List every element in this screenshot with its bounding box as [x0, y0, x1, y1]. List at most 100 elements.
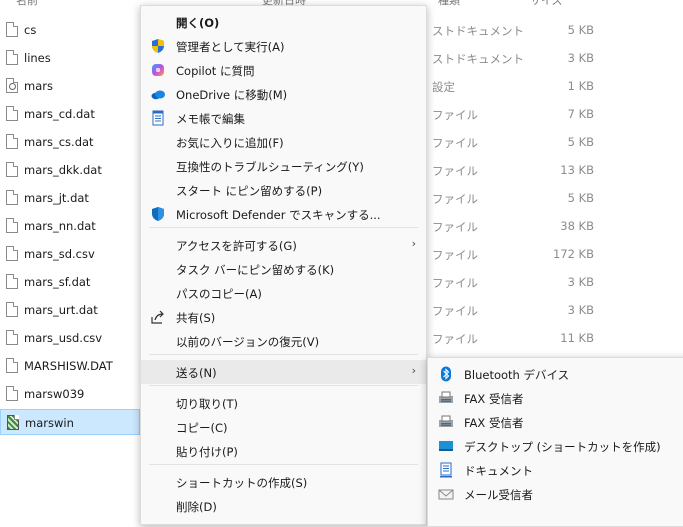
- context-menu-item[interactable]: OneDrive に移動(M): [141, 82, 426, 106]
- column-name[interactable]: 名前: [16, 0, 38, 8]
- file-row[interactable]: mars_sf.dat: [0, 269, 140, 295]
- sendto-menu-item[interactable]: Bluetooth デバイス: [428, 362, 683, 386]
- file-row[interactable]: mars_dkk.dat: [0, 157, 140, 183]
- file-row[interactable]: cs: [0, 17, 140, 43]
- file-row[interactable]: mars_cs.dat: [0, 129, 140, 155]
- file-row[interactable]: mars_sd.csv: [0, 241, 140, 267]
- file-name: cs: [24, 23, 37, 37]
- onedrive-cloud-icon: [150, 86, 166, 102]
- file-size: 7 KB: [567, 107, 594, 121]
- menu-item-label: 管理者として実行(A): [176, 40, 285, 54]
- file-row[interactable]: mars_nn.dat: [0, 213, 140, 239]
- file-icon: [6, 22, 18, 37]
- file-size: 172 KB: [552, 247, 594, 261]
- context-menu-item[interactable]: タスク バーにピン留めする(K): [141, 257, 426, 281]
- file-row[interactable]: marsw039: [0, 381, 140, 407]
- column-type[interactable]: 種類: [438, 0, 460, 8]
- file-icon: [6, 386, 18, 401]
- file-row[interactable]: MARSHISW.DAT: [0, 353, 140, 379]
- menu-item-label: お気に入りに追加(F): [176, 136, 284, 150]
- menu-item-label: 切り取り(T): [176, 397, 238, 411]
- sendto-item-label: ドキュメント: [464, 464, 533, 478]
- context-menu-item[interactable]: スタート にピン留めする(P): [141, 178, 426, 202]
- bluetooth-icon: [438, 366, 454, 382]
- menu-item-label: 削除(D): [176, 500, 217, 514]
- context-menu-item[interactable]: 切り取り(T): [141, 391, 426, 415]
- menu-item-label: タスク バーにピン留めする(K): [176, 263, 335, 277]
- context-menu-item[interactable]: ショートカットの作成(S): [141, 470, 426, 494]
- file-name: mars_usd.csv: [24, 331, 103, 345]
- context-menu-item[interactable]: コピー(C): [141, 415, 426, 439]
- sendto-item-label: FAX 受信者: [464, 392, 524, 406]
- sendto-item-label: Bluetooth デバイス: [464, 368, 570, 382]
- menu-item-label: コピー(C): [176, 421, 228, 435]
- context-menu-item[interactable]: 送る(N) ›: [141, 360, 426, 384]
- file-name: mars_jt.dat: [24, 191, 89, 205]
- menu-item-label: スタート にピン留めする(P): [176, 184, 323, 198]
- sendto-menu-item[interactable]: FAX 受信者: [428, 410, 683, 434]
- sendto-item-label: FAX 受信者: [464, 416, 524, 430]
- sendto-menu-item[interactable]: メール受信者: [428, 482, 683, 506]
- copilot-icon: [150, 62, 166, 78]
- file-name: mars_cd.dat: [24, 107, 95, 121]
- context-menu-item[interactable]: メモ帳で編集: [141, 106, 426, 130]
- file-icon: [6, 274, 18, 289]
- file-size: 5 KB: [567, 23, 594, 37]
- menu-item-label: 以前のバージョンの復元(V): [176, 335, 320, 349]
- context-menu-item[interactable]: パスのコピー(A): [141, 281, 426, 305]
- file-icon: [6, 218, 18, 233]
- menu-item-label: 貼り付け(P): [176, 445, 238, 459]
- file-type: ファイル: [432, 164, 478, 178]
- context-menu-item[interactable]: 以前のバージョンの復元(V): [141, 329, 426, 353]
- context-menu-item[interactable]: 共有(S): [141, 305, 426, 329]
- file-icon: [6, 190, 18, 205]
- file-icon: [6, 330, 18, 345]
- menu-item-label: パスのコピー(A): [176, 287, 262, 301]
- file-size: 11 KB: [560, 331, 594, 345]
- file-row[interactable]: mars: [0, 73, 140, 99]
- file-row[interactable]: marswin: [0, 409, 140, 435]
- documents-icon: [438, 462, 454, 478]
- menu-separator: [149, 385, 418, 386]
- context-menu-item[interactable]: 削除(D): [141, 494, 426, 518]
- file-row[interactable]: lines: [0, 45, 140, 71]
- context-menu-item[interactable]: 互換性のトラブルシューティング(Y): [141, 154, 426, 178]
- file-name: mars_sd.csv: [24, 247, 95, 261]
- desktop-icon: [438, 438, 454, 454]
- share-icon: [150, 309, 166, 325]
- context-menu-item[interactable]: Copilot に質問: [141, 58, 426, 82]
- context-menu-item[interactable]: アクセスを許可する(G) ›: [141, 233, 426, 257]
- file-type: ファイル: [432, 136, 478, 150]
- file-row[interactable]: mars_cd.dat: [0, 101, 140, 127]
- menu-separator: [149, 354, 418, 355]
- sendto-menu-item[interactable]: デスクトップ (ショートカットを作成): [428, 434, 683, 458]
- file-row[interactable]: mars_usd.csv: [0, 325, 140, 351]
- file-name: mars_dkk.dat: [24, 163, 102, 177]
- menu-item-label: アクセスを許可する(G): [176, 239, 297, 253]
- fax-icon: [438, 414, 454, 430]
- sendto-menu-item[interactable]: ドキュメント: [428, 458, 683, 482]
- context-menu-item[interactable]: 開く(O): [141, 10, 426, 34]
- notepad-icon: [150, 110, 166, 126]
- menu-item-label: メモ帳で編集: [176, 112, 245, 126]
- menu-item-label: ショートカットの作成(S): [176, 476, 308, 490]
- file-row[interactable]: mars_urt.dat: [0, 297, 140, 323]
- menu-item-label: 互換性のトラブルシューティング(Y): [176, 160, 364, 174]
- menu-item-label: 開く(O): [176, 16, 220, 30]
- context-menu-item[interactable]: 貼り付け(P): [141, 439, 426, 463]
- menu-item-label: 送る(N): [176, 366, 217, 380]
- file-icon: [6, 162, 18, 177]
- menu-item-label: 共有(S): [176, 311, 216, 325]
- file-name: mars_nn.dat: [24, 219, 96, 233]
- column-size[interactable]: サイズ: [530, 0, 563, 8]
- sendto-menu-item[interactable]: FAX 受信者: [428, 386, 683, 410]
- image-file-icon: [7, 415, 19, 430]
- context-menu-item[interactable]: お気に入りに追加(F): [141, 130, 426, 154]
- file-type: ストドキュメント: [432, 52, 524, 66]
- file-row[interactable]: mars_jt.dat: [0, 185, 140, 211]
- context-menu-item[interactable]: Microsoft Defender でスキャンする...: [141, 202, 426, 226]
- menu-item-label: Microsoft Defender でスキャンする...: [176, 208, 381, 222]
- file-name: mars: [24, 79, 53, 93]
- file-type: ファイル: [432, 108, 478, 122]
- context-menu-item[interactable]: 管理者として実行(A): [141, 34, 426, 58]
